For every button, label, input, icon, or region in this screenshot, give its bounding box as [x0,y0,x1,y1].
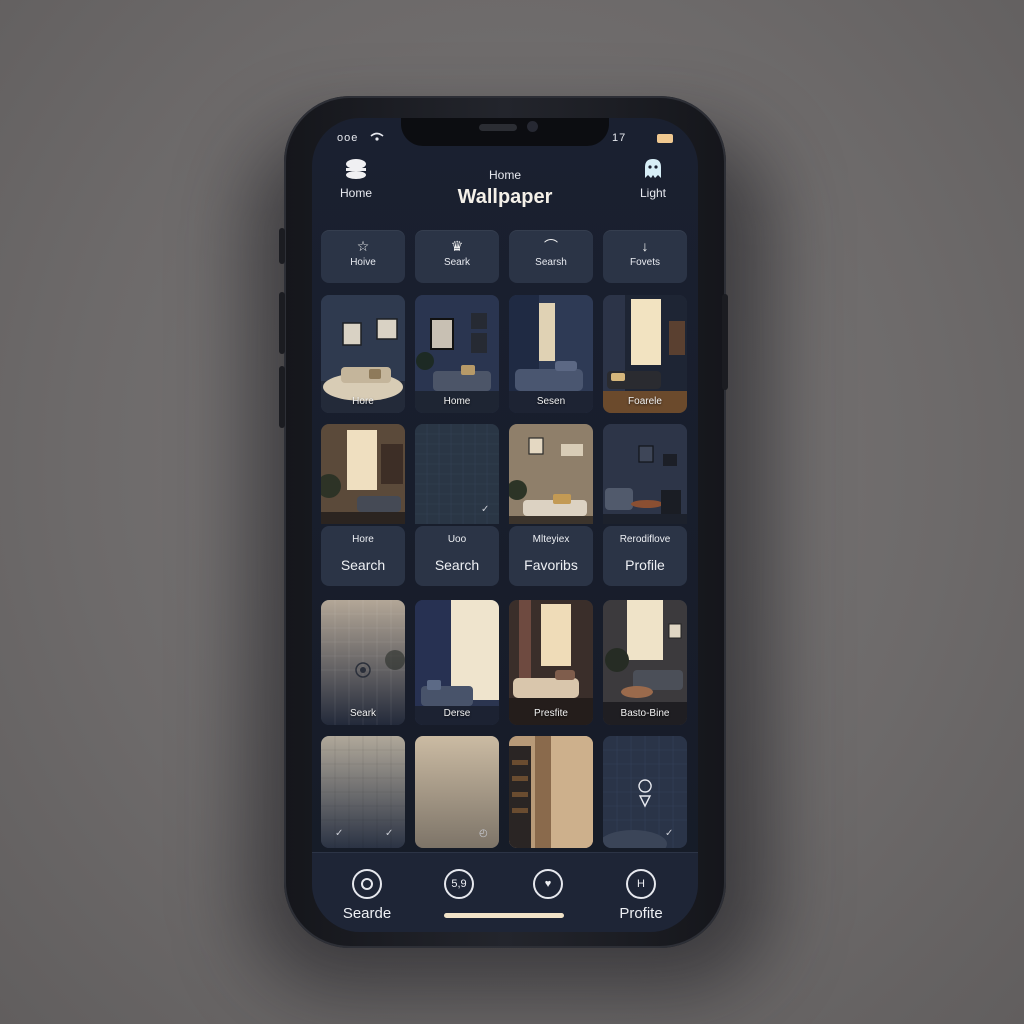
wallpaper-tile[interactable] [603,424,687,524]
checkmark-icon: ✓ [335,828,344,839]
ghost-icon [645,159,661,178]
tab-home[interactable]: ☆ Hoive [321,230,405,283]
wallpaper-tile[interactable] [509,424,593,524]
category-card[interactable]: Rerodiflove Profile [603,526,687,586]
clock-icon: ◴ [479,828,488,839]
card-label-bottom: Favoribs [524,557,578,573]
front-camera [527,121,538,132]
circle-icon [352,869,382,899]
wallpaper-tile[interactable]: ✓ [603,736,687,848]
tile-caption: Home [443,396,471,407]
sparkle-icon: ⌒ [544,238,558,254]
category-card[interactable]: Hore Search [321,526,405,586]
speaker [479,124,517,131]
card-label-bottom: Profile [625,557,665,573]
wallpaper-tile[interactable]: Home [415,295,499,413]
room-thumbnail [509,600,593,725]
volume-down-button [279,366,285,428]
card-label-top: Rerodiflove [619,534,671,545]
volume-up-button [279,292,285,354]
card-label-top: Mlteyiex [532,534,570,545]
wallpaper-tile[interactable]: Sesen [509,295,593,413]
wallpaper-tile[interactable]: ✓ [415,424,499,524]
tab-label: Searsh [535,257,567,268]
header: Home Home Wallpaper Light [312,154,698,234]
tab-label: Hoive [350,257,376,268]
star-icon: ☆ [356,238,370,254]
tile-caption: Presfite [534,708,568,719]
card-label-top: Hore [352,534,374,545]
nav-favorites[interactable]: ♥ [503,869,593,899]
tab-searsh[interactable]: ⌒ Searsh [509,230,593,283]
room-thumbnail [603,424,687,524]
nav-label: Searde [342,905,392,922]
card-label-top: Uoo [447,534,467,545]
tile-caption: Derse [443,708,471,719]
tab-label: Seark [443,257,471,268]
category-card[interactable]: Mlteyiex Favoribs [509,526,593,586]
light-mode-button[interactable]: Light [618,158,688,200]
wallpaper-tile[interactable] [321,424,405,524]
nav-label: Profite [619,905,663,922]
crown-icon: ♛ [450,238,464,254]
room-thumbnail [509,736,593,848]
wallpaper-tile[interactable] [509,736,593,848]
tile-caption: Foarele [628,396,662,407]
nav-discover[interactable]: 5,9 [414,869,504,899]
page-title: Wallpaper [457,186,553,208]
phone-screen: ooe 17 Home Home Wallpaper Light ☆ Hoive… [312,118,698,932]
page-subtitle: Home [488,168,521,182]
mute-switch [279,228,285,264]
tab-label: Fovets [629,257,660,268]
power-button [722,294,728,390]
checkmark-icon: ✓ [665,828,674,839]
page-title-block: Home Wallpaper [405,168,605,209]
wallpaper-tile[interactable]: Hore [321,295,405,413]
category-card[interactable]: Uoo Search [415,526,499,586]
tab-search[interactable]: ♛ Seark [415,230,499,283]
card-label-bottom: Search [434,557,480,573]
battery-icon [657,134,673,143]
wifi-icon [370,132,384,145]
notch [401,118,609,146]
light-label: Light [639,186,667,200]
tile-caption: Basto-Bine [620,708,670,719]
wallpaper-tile[interactable]: ◴ [415,736,499,848]
room-thumbnail [415,600,499,725]
checkmark-icon: ✓ [385,828,394,839]
bottom-nav-bar: Searde 5,9 ♥ H Profite [312,852,698,932]
tab-favorites[interactable]: ↓ Fovets [603,230,687,283]
tile-caption: Hore [352,396,374,407]
card-label-bottom: Search [340,557,386,573]
nav-profile[interactable]: H Profite [596,869,686,922]
wallpaper-tile[interactable]: Derse [415,600,499,725]
download-arrow-icon: ↓ [641,238,649,254]
wallpaper-tile[interactable]: ✓ ✓ [321,736,405,848]
tile-caption: Sesen [536,396,566,407]
tile-caption: Seark [349,708,377,719]
numbers-icon: 5,9 [444,869,474,899]
room-thumbnail [321,424,405,524]
texture-thumbnail [321,600,405,725]
wallpaper-tile[interactable]: Presfite [509,600,593,725]
home-header-label: Home [339,186,372,200]
checkmark-icon: ✓ [481,504,490,515]
wallpaper-tile[interactable]: Basto-Bine [603,600,687,725]
time-text: 17 [612,132,627,144]
letter-h-icon: H [626,869,656,899]
home-indicator[interactable] [444,913,564,918]
signal-indicator: ooe [337,132,359,144]
backdrop: ooe 17 Home Home Wallpaper Light ☆ Hoive… [0,0,1024,1024]
home-header-button[interactable]: Home [321,158,391,200]
room-thumbnail [603,600,687,725]
wallpaper-tile[interactable]: Foarele [603,295,687,413]
nav-search[interactable]: Searde [322,869,412,922]
burger-icon [346,159,366,179]
room-thumbnail [509,424,593,524]
wallpaper-tile[interactable]: Seark [321,600,405,725]
heart-icon: ♥ [533,869,563,899]
